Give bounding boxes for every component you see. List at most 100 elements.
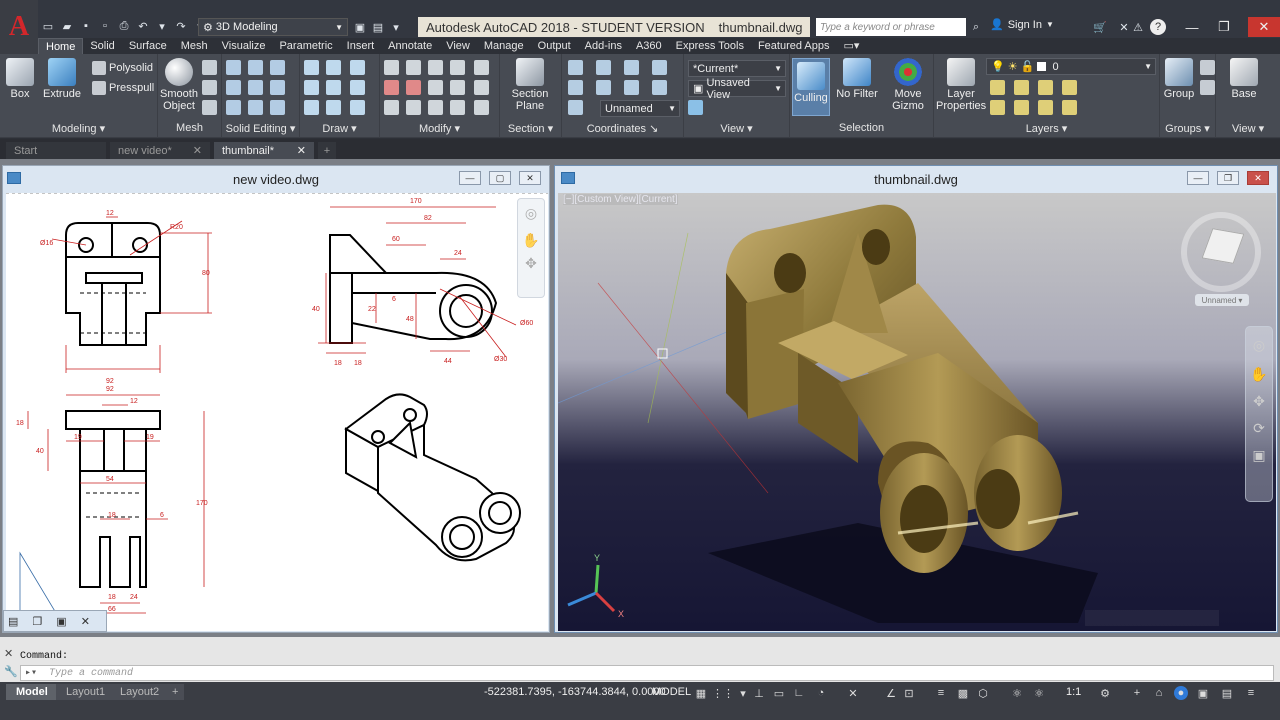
- visual-style-dropdown[interactable]: *Current* ▼: [688, 60, 786, 77]
- new-icon[interactable]: ▭: [40, 18, 56, 34]
- ucs-object-icon[interactable]: [596, 80, 611, 95]
- explode-icon[interactable]: [428, 100, 443, 115]
- ucs-world-icon[interactable]: [596, 60, 611, 75]
- close-icon[interactable]: ✕: [297, 144, 306, 157]
- mesh-panel-label[interactable]: Mesh: [158, 122, 221, 136]
- ucs-origin-icon[interactable]: [568, 100, 583, 115]
- polysolid-button[interactable]: Polysolid: [92, 59, 153, 77]
- ucs-x-icon[interactable]: [624, 60, 639, 75]
- lineweight-icon[interactable]: ≡: [934, 686, 948, 700]
- tab-express-tools[interactable]: Express Tools: [669, 38, 751, 54]
- tab-parametric[interactable]: Parametric: [272, 38, 339, 54]
- layout-tab-layout1[interactable]: Layout1: [56, 684, 116, 700]
- 3d-viewport[interactable]: Y X: [558, 193, 1276, 631]
- model-space-button[interactable]: MODEL: [652, 686, 691, 698]
- tab-surface[interactable]: Surface: [122, 38, 174, 54]
- pan-hand-icon[interactable]: ✋: [518, 232, 544, 249]
- 3d-move-icon[interactable]: [406, 80, 421, 95]
- ucs-y-icon[interactable]: [652, 60, 667, 75]
- infer-constraints-icon[interactable]: ⊥: [752, 686, 766, 700]
- thicken-icon[interactable]: [248, 100, 263, 115]
- presspull-button[interactable]: Presspull: [92, 79, 154, 97]
- culling-button[interactable]: Culling: [792, 58, 830, 116]
- layer-tool-icon[interactable]: [1062, 100, 1077, 115]
- layer-tool-icon[interactable]: [1038, 80, 1053, 95]
- mesh-tool-icon[interactable]: [202, 80, 217, 95]
- erase-icon[interactable]: [384, 60, 399, 75]
- ortho-icon[interactable]: ∟: [792, 686, 806, 700]
- sign-in-button[interactable]: 👤 Sign In ▼: [990, 18, 1054, 32]
- layer-tool-icon[interactable]: [990, 80, 1005, 95]
- mirror-icon[interactable]: [474, 60, 489, 75]
- layout-tab-model[interactable]: Model: [6, 684, 58, 700]
- close-icon[interactable]: ✕: [193, 144, 202, 157]
- print-icon[interactable]: ⎙: [116, 18, 132, 34]
- group-edit-icon[interactable]: [1200, 80, 1215, 95]
- pan-hand-icon[interactable]: ✋: [1246, 366, 1272, 383]
- view-panel-label[interactable]: View ▾: [684, 122, 789, 136]
- ribbon-options-button[interactable]: ▭▾: [837, 38, 867, 54]
- line-icon[interactable]: [304, 60, 319, 75]
- restore-icon[interactable]: ▣: [56, 615, 66, 628]
- solid-editing-panel-label[interactable]: Solid Editing ▾: [222, 122, 299, 136]
- polyline-icon[interactable]: [304, 80, 319, 95]
- help-icon[interactable]: ?: [1150, 19, 1166, 35]
- layer-tool-icon[interactable]: [990, 100, 1005, 115]
- annotation-scale[interactable]: 1:1: [1066, 686, 1081, 698]
- box-button[interactable]: Box: [0, 58, 42, 100]
- mesh-tool-icon[interactable]: [202, 60, 217, 75]
- doc-tab-thumbnail[interactable]: thumbnail* ✕: [214, 142, 314, 159]
- trim-icon[interactable]: [384, 100, 399, 115]
- dynamic-input-icon[interactable]: ▭: [772, 686, 786, 700]
- tab-mesh[interactable]: Mesh: [174, 38, 215, 54]
- smooth-object-button[interactable]: Smooth Object: [158, 58, 200, 112]
- redo-icon[interactable]: ↷: [173, 18, 189, 34]
- offset-icon[interactable]: [406, 100, 421, 115]
- view-base-panel-label[interactable]: View ▾: [1216, 122, 1280, 136]
- search-icon[interactable]: ⌕: [968, 19, 984, 35]
- object-snap-tracking-icon[interactable]: ∠: [884, 686, 898, 700]
- tab-insert[interactable]: Insert: [340, 38, 382, 54]
- polygon-icon[interactable]: [304, 100, 319, 115]
- drawing-window-thumbnail[interactable]: thumbnail.dwg — ❐ ✕ Y X [−][Custom View]…: [554, 165, 1278, 633]
- intersect-icon[interactable]: [226, 100, 241, 115]
- viewcube-compass[interactable]: [1181, 212, 1261, 292]
- close-icon[interactable]: ✕: [1247, 171, 1269, 185]
- search-input[interactable]: Type a keyword or phrase: [816, 18, 966, 36]
- tab-a360[interactable]: A360: [629, 38, 669, 54]
- no-filter-button[interactable]: No Filter: [834, 58, 880, 100]
- extrude-faces-icon[interactable]: [270, 80, 285, 95]
- wrench-icon[interactable]: 🔧: [4, 665, 18, 678]
- tab-featured-apps[interactable]: Featured Apps: [751, 38, 837, 54]
- close-icon[interactable]: ✕: [81, 615, 90, 628]
- spline-icon[interactable]: [326, 60, 341, 75]
- separate-icon[interactable]: [270, 100, 285, 115]
- selection-panel-label[interactable]: Selection: [790, 122, 933, 136]
- layer-properties-button[interactable]: Layer Properties: [936, 58, 986, 112]
- tab-visualize[interactable]: Visualize: [215, 38, 273, 54]
- groups-panel-label[interactable]: Groups ▾: [1160, 122, 1215, 136]
- tab-manage[interactable]: Manage: [477, 38, 531, 54]
- named-ucs-dropdown[interactable]: Unnamed ▼: [600, 100, 680, 117]
- showmotion-icon[interactable]: ▣: [1246, 447, 1272, 464]
- restore-icon[interactable]: ❐: [1217, 171, 1239, 185]
- scale-icon[interactable]: [450, 80, 465, 95]
- connect-icon[interactable]: ⚠: [1130, 19, 1146, 35]
- doc-tab-new-video[interactable]: new video* ✕: [110, 142, 210, 159]
- application-menu-button[interactable]: A: [0, 0, 38, 54]
- new-tab-button[interactable]: +: [318, 142, 336, 159]
- save-icon[interactable]: ▪: [78, 18, 94, 34]
- viewport-config-icon[interactable]: [688, 100, 703, 115]
- plus-icon[interactable]: +: [1130, 686, 1144, 700]
- ucs-menu[interactable]: Unnamed ▾: [1195, 294, 1249, 306]
- line-icon[interactable]: [326, 80, 341, 95]
- layers-panel-label[interactable]: Layers ▾: [934, 122, 1159, 136]
- minimize-icon[interactable]: —: [459, 171, 481, 185]
- coordinates-readout[interactable]: -522381.7395, -163744.3844, 0.0000: [484, 686, 666, 698]
- customization-menu-icon[interactable]: ≡: [1244, 686, 1258, 700]
- customize-qat-icon[interactable]: ▾: [388, 19, 404, 35]
- navigation-bar[interactable]: ◎ ✋ ✥: [517, 198, 545, 298]
- polar-tracking-icon[interactable]: ◔: [814, 686, 828, 700]
- draw-panel-label[interactable]: Draw ▾: [300, 122, 379, 136]
- interfere-icon[interactable]: [248, 80, 263, 95]
